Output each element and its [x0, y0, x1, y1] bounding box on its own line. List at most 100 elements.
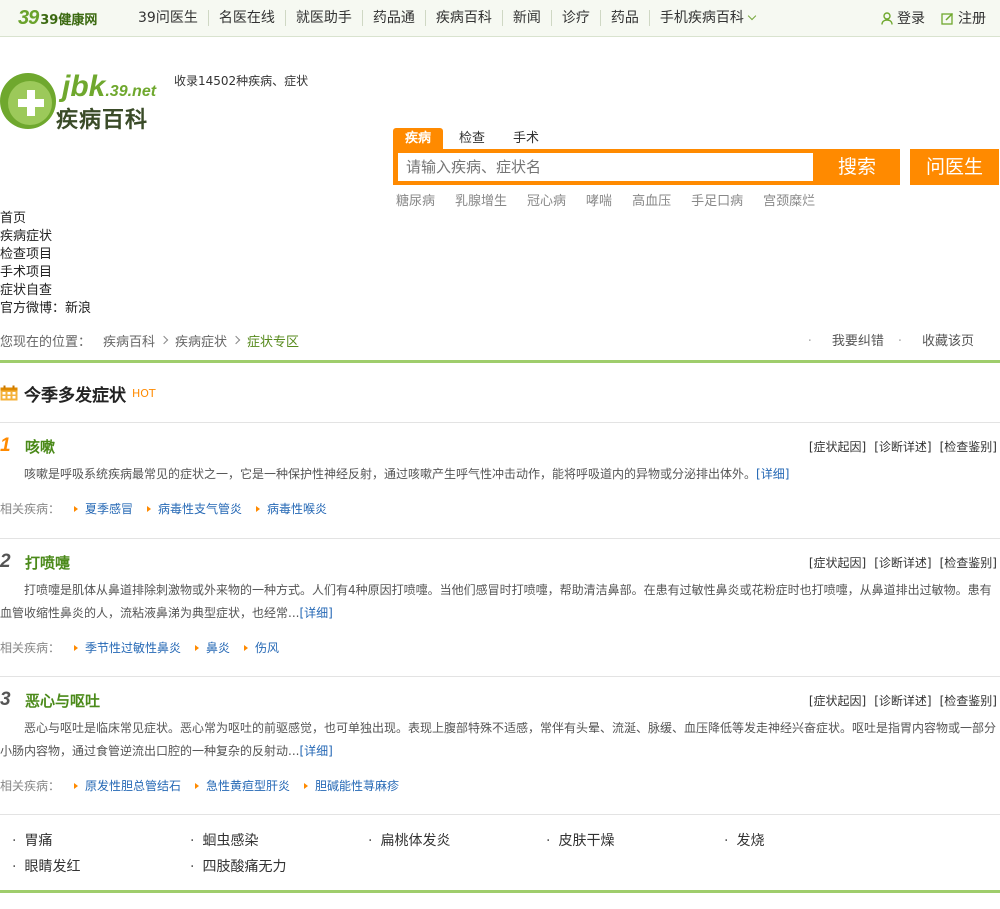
description-text: 打喷嚏是肌体从鼻道排除刺激物或外来物的一种方式。人们有4种原因打喷嚏。当他们感冒… — [0, 583, 992, 620]
symptom-links: [症状起因] [诊断详述] [检查鉴别] — [801, 692, 997, 709]
top-nav-mobile-label: 手机疾病百科 — [659, 10, 744, 26]
search-tab-disease[interactable]: 疾病 — [393, 128, 444, 149]
symptom-link[interactable]: 皮肤干燥 — [546, 830, 614, 850]
user-icon — [881, 11, 893, 25]
symptom-description: 咳嗽是呼吸系统疾病最常见的症状之一，它是一种保护性神经反射，通过咳嗽产生呼气性冲… — [0, 463, 1000, 486]
hot-search-words: 糖尿病 乳腺增生 冠心病 哮喘 高血压 手足口病 宫颈糜烂 — [396, 190, 835, 209]
related-disease-link[interactable]: 原发性胆总管结石 — [74, 777, 181, 794]
top-nav-zhenliao[interactable]: 诊疗 — [550, 10, 600, 26]
detail-link[interactable]: [详细] — [299, 606, 332, 620]
symptom-name[interactable]: 打喷嚏 — [25, 552, 70, 573]
symptom-description: 打喷嚏是肌体从鼻道排除刺激物或外来物的一种方式。人们有4种原因打喷嚏。当他们感冒… — [0, 579, 1000, 625]
divider — [0, 360, 1000, 363]
hot-word[interactable]: 高血压 — [632, 190, 671, 209]
site-logo-39[interactable]: 39 39健康网 — [18, 7, 97, 29]
top-nav-jiuyi[interactable]: 就医助手 — [284, 10, 362, 26]
logo-text: 39健康网 — [40, 12, 98, 28]
related-label: 相关疾病： — [0, 502, 61, 516]
related-diseases: 相关疾病： 季节性过敏性鼻炎 鼻炎 伤风 — [0, 639, 279, 656]
hot-word[interactable]: 宫颈糜烂 — [763, 190, 815, 209]
report-error-link[interactable]: · 我要纠错 — [808, 330, 884, 349]
top-nav-mobile[interactable]: 手机疾病百科 — [648, 10, 765, 26]
jbk-logo[interactable]: jbk.39.net 疾病百科 — [0, 70, 172, 133]
top-nav-jibing[interactable]: 疾病百科 — [424, 10, 502, 26]
link-diagnosis[interactable]: [诊断详述] — [874, 692, 931, 709]
symptom-links: [症状起因] [诊断详述] [检查鉴别] — [801, 438, 997, 455]
breadcrumb-item[interactable]: 疾病症状 — [175, 331, 227, 350]
main-nav: 首页 疾病症状 检查项目 手术项目 症状自查 官方微博：新浪 — [0, 210, 91, 318]
search-tab-surgery[interactable]: 手术 — [501, 128, 551, 149]
link-exam[interactable]: [检查鉴别] — [940, 554, 997, 571]
related-label: 相关疾病： — [0, 641, 61, 655]
report-error-label: 我要纠错 — [831, 334, 884, 349]
description-text: 咳嗽是呼吸系统疾病最常见的症状之一，它是一种保护性神经反射，通过咳嗽产生呼气性冲… — [24, 467, 757, 481]
hot-word[interactable]: 哮喘 — [586, 190, 612, 209]
edit-icon — [941, 12, 954, 25]
bookmark-link[interactable]: · 收藏该页 — [898, 330, 974, 349]
nav-weibo[interactable]: 官方微博：新浪 — [0, 300, 91, 318]
bullet: · — [897, 334, 902, 349]
symptom-name[interactable]: 恶心与呕吐 — [25, 690, 100, 711]
nav-self-check[interactable]: 症状自查 — [0, 282, 91, 300]
symptom-link[interactable]: 四肢酸痛无力 — [190, 856, 286, 876]
top-nav-yaopintong[interactable]: 药品通 — [361, 10, 425, 26]
related-disease-link[interactable]: 胆碱能性荨麻疹 — [304, 777, 399, 794]
detail-link[interactable]: [详细] — [299, 744, 332, 758]
section-title: 今季多发症状 — [24, 385, 126, 406]
logo-jbk-text: jbk.39.net — [62, 70, 156, 104]
top-nav-wenyisheng[interactable]: 39问医生 — [128, 10, 208, 26]
related-disease-link[interactable]: 伤风 — [244, 639, 279, 656]
register-link[interactable]: 注册 — [941, 8, 986, 28]
nav-surgery[interactable]: 手术项目 — [0, 264, 91, 282]
description-text: 恶心与呕吐是临床常见症状。恶心常为呕吐的前驱感觉，也可单独出现。表现上腹部特殊不… — [0, 721, 997, 758]
link-exam[interactable]: [检查鉴别] — [940, 438, 997, 455]
hot-word[interactable]: 冠心病 — [527, 190, 566, 209]
detail-link[interactable]: [详细] — [756, 467, 789, 481]
top-nav-mingyi[interactable]: 名医在线 — [207, 10, 285, 26]
divider — [0, 676, 1000, 677]
related-disease-link[interactable]: 季节性过敏性鼻炎 — [74, 639, 181, 656]
breadcrumb-current: 症状专区 — [247, 334, 300, 350]
top-nav: 39问医生 名医在线 就医助手 药品通 疾病百科 新闻 诊疗 药品 手机疾病百科 — [128, 0, 765, 36]
related-disease-link[interactable]: 夏季感冒 — [74, 500, 133, 517]
symptom-rank: 3 — [0, 689, 11, 710]
related-disease-link[interactable]: 鼻炎 — [195, 639, 230, 656]
nav-home[interactable]: 首页 — [0, 210, 91, 228]
top-nav-news[interactable]: 新闻 — [501, 10, 551, 26]
login-link[interactable]: 登录 — [881, 8, 925, 28]
symptom-item: 2 打喷嚏 [症状起因] [诊断详述] [检查鉴别] 打喷嚏是肌体从鼻道排除刺激… — [0, 551, 1000, 666]
symptom-link[interactable]: 胃痛 — [12, 830, 52, 850]
hot-word[interactable]: 糖尿病 — [396, 190, 435, 209]
ask-doctor-button[interactable]: 问医生 — [910, 149, 999, 185]
symptom-link[interactable]: 眼睛发红 — [12, 856, 80, 876]
link-diagnosis[interactable]: [诊断详述] — [874, 438, 931, 455]
link-cause[interactable]: [症状起因] — [809, 554, 866, 571]
breadcrumb-item[interactable]: 疾病百科 — [103, 331, 155, 350]
symptom-link[interactable]: 扁桃体发炎 — [368, 830, 450, 850]
auth-links: 登录 注册 — [865, 0, 986, 36]
symptom-name[interactable]: 咳嗽 — [25, 436, 55, 457]
hot-word[interactable]: 乳腺增生 — [455, 190, 507, 209]
search-input[interactable] — [398, 153, 813, 181]
nav-exams[interactable]: 检查项目 — [0, 246, 91, 264]
link-cause[interactable]: [症状起因] — [809, 438, 866, 455]
link-cause[interactable]: [症状起因] — [809, 692, 866, 709]
chevron-right-icon — [159, 335, 169, 345]
symptom-link[interactable]: 发烧 — [724, 830, 764, 850]
symptom-links: [症状起因] [诊断详述] [检查鉴别] — [801, 554, 997, 571]
nav-disease-symptoms[interactable]: 疾病症状 — [0, 228, 91, 246]
logo-cn-text: 疾病百科 — [56, 108, 149, 133]
top-nav-yaopin[interactable]: 药品 — [599, 10, 649, 26]
search-button[interactable]: 搜索 — [814, 149, 900, 185]
link-diagnosis[interactable]: [诊断详述] — [874, 554, 931, 571]
search-tabs: 疾病 检查 手术 — [393, 128, 555, 149]
link-exam[interactable]: [检查鉴别] — [940, 692, 997, 709]
search-tab-exam[interactable]: 检查 — [447, 128, 497, 149]
hot-word[interactable]: 手足口病 — [691, 190, 743, 209]
related-disease-link[interactable]: 病毒性喉炎 — [256, 500, 327, 517]
related-disease-link[interactable]: 病毒性支气管炎 — [147, 500, 242, 517]
related-disease-link[interactable]: 急性黄疸型肝炎 — [195, 777, 290, 794]
symptom-link[interactable]: 蛔虫感染 — [190, 830, 258, 850]
calendar-icon — [0, 385, 18, 401]
top-bar: 39 39健康网 39问医生 名医在线 就医助手 药品通 疾病百科 新闻 诊疗 … — [0, 0, 1000, 37]
